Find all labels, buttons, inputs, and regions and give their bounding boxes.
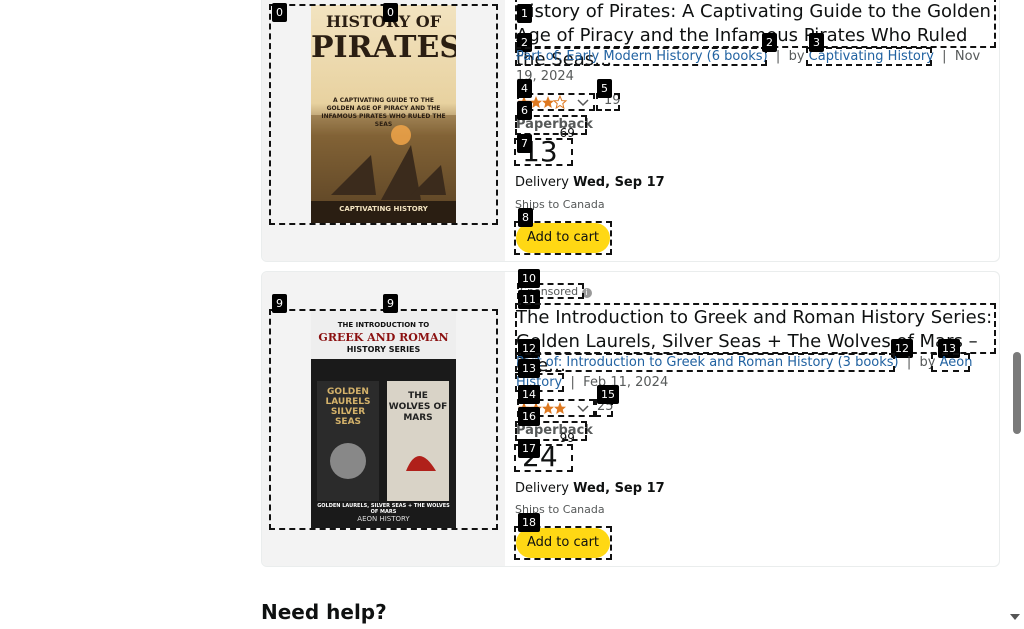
scroll-down-arrow-icon[interactable] [1010,614,1020,620]
tag-label: 4 [517,79,532,98]
by-label: by [788,49,805,64]
annotation-box [515,47,767,66]
delivery-info: Delivery Wed, Sep 17 [515,481,665,496]
annotation-box [515,353,895,372]
need-help-heading: Need help? [261,600,387,624]
tag-label: 17 [518,439,540,458]
tag-label: 18 [518,513,540,532]
annotation-box [269,4,498,225]
tag-label: 3 [809,33,824,52]
tag-label: 6 [517,101,532,120]
tag-label: 8 [518,208,533,227]
scrollbar-thumb[interactable] [1013,352,1021,434]
delivery-date: Wed, Sep 17 [573,175,665,190]
publish-date: Feb 11, 2024 [583,375,669,390]
annotation-box [931,353,970,372]
annotation-box [269,309,498,530]
delivery-label: Delivery [515,481,569,496]
scrollbar[interactable] [1008,0,1024,629]
tag-label: 16 [518,407,540,426]
annotation-box [515,303,996,354]
tag-label: 0 [272,3,287,22]
tag-label: 14 [518,385,540,404]
tag-label: 9 [272,294,287,313]
price-fraction: 99 [559,430,575,445]
annotation-box [806,47,932,66]
tag-label: 0 [383,3,398,22]
delivery-date: Wed, Sep 17 [573,481,665,496]
tag-label: 2 [762,33,777,52]
delivery-label: Delivery [515,175,569,190]
tag-label: 13 [518,359,540,378]
delivery-info: Delivery Wed, Sep 17 [515,175,665,190]
annotation-box [515,0,996,48]
tag-label: 1 [517,4,532,23]
tag-label: 9 [383,294,398,313]
tag-label: 10 [518,269,540,288]
tag-label: 7 [517,134,532,153]
tag-label: 5 [597,79,612,98]
tag-label: 15 [597,385,619,404]
